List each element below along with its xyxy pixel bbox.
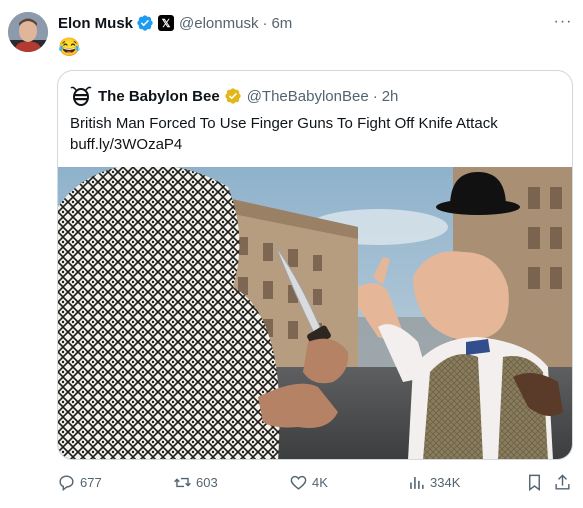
babylon-bee-logo[interactable] — [70, 85, 92, 107]
quoted-post-header: The Babylon Bee @TheBabylonBee · 2h — [70, 85, 398, 107]
views-button[interactable]: 334K — [407, 470, 460, 494]
post-time[interactable]: 6m — [271, 15, 292, 32]
like-button[interactable]: 4K — [289, 470, 328, 494]
reply-icon — [59, 474, 74, 491]
post-text: 😂 — [58, 37, 81, 57]
quoted-post-image[interactable] — [58, 167, 572, 459]
post-header: Elon Musk 𝕏 @elonmusk · 6m — [58, 13, 292, 33]
share-button[interactable] — [553, 470, 576, 494]
quoted-author-handle[interactable]: @TheBabylonBee — [247, 88, 369, 105]
quoted-link[interactable]: buff.ly/3WOzaP4 — [70, 134, 498, 155]
more-icon[interactable]: ··· — [553, 12, 573, 32]
repost-icon — [174, 477, 191, 487]
verified-icon[interactable] — [136, 14, 154, 32]
like-count: 4K — [312, 474, 328, 490]
reply-count: 677 — [80, 474, 102, 490]
views-icon — [410, 476, 424, 489]
author-handle[interactable]: @elonmusk — [179, 15, 258, 32]
quoted-post-time[interactable]: 2h — [382, 88, 399, 105]
separator-dot: · — [372, 87, 378, 105]
bookmark-icon — [529, 474, 540, 491]
views-count: 334K — [430, 474, 461, 490]
quoted-author-name[interactable]: The Babylon Bee — [98, 88, 220, 105]
repost-button[interactable]: 603 — [173, 470, 218, 494]
separator-dot: · — [262, 14, 268, 32]
quoted-post-text: British Man Forced To Use Finger Guns To… — [70, 113, 498, 155]
x-badge-icon: 𝕏 — [158, 15, 175, 31]
repost-count: 603 — [196, 474, 218, 490]
quoted-post[interactable]: The Babylon Bee @TheBabylonBee · 2h Brit… — [57, 70, 573, 460]
share-icon — [555, 473, 570, 490]
bookmark-button[interactable] — [525, 470, 548, 494]
reply-button[interactable]: 677 — [57, 470, 102, 494]
like-icon — [290, 475, 307, 490]
author-name[interactable]: Elon Musk — [58, 15, 133, 32]
post[interactable]: Elon Musk 𝕏 @elonmusk · 6m ··· 😂 The Bab… — [0, 0, 583, 508]
avatar[interactable] — [8, 12, 48, 52]
gold-check-icon[interactable] — [224, 87, 242, 105]
quoted-headline: British Man Forced To Use Finger Guns To… — [70, 115, 498, 132]
action-bar: 677 603 4K 334K — [57, 470, 573, 494]
